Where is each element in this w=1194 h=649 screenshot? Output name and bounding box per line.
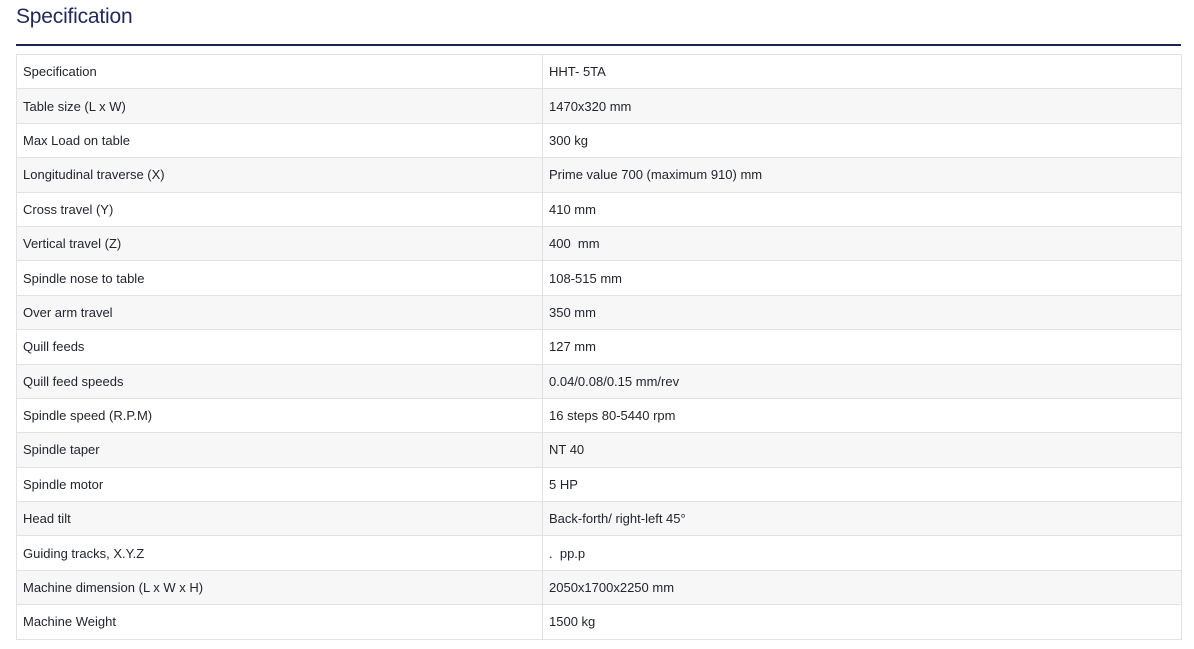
page-title: Specification xyxy=(16,5,133,28)
specification-table: Specification HHT- 5TA Table size (L x W… xyxy=(16,53,1182,640)
spec-value-cell: 127 mm xyxy=(542,329,1182,365)
spec-label-cell: Head tilt xyxy=(16,501,543,537)
table-row: Max Load on table 300 kg xyxy=(16,122,1182,159)
table-row: Vertical travel (Z) 400 mm xyxy=(16,225,1182,262)
spec-label-cell: Quill feed speeds xyxy=(16,363,543,399)
spec-label-cell: Cross travel (Y) xyxy=(16,191,543,227)
spec-label-cell: Spindle motor xyxy=(16,466,543,503)
table-row: Spindle nose to table 108-515 mm xyxy=(16,260,1182,296)
spec-label-cell: Machine dimension (L x W x H) xyxy=(16,569,543,606)
spec-label-cell: Longitudinal traverse (X) xyxy=(16,157,543,193)
table-row: Over arm travel 350 mm xyxy=(16,294,1182,331)
spec-label-cell: Over arm travel xyxy=(16,294,543,331)
spec-value-cell: NT 40 xyxy=(542,432,1182,468)
spec-label-cell: Spindle nose to table xyxy=(16,260,543,296)
spec-value-cell: 1470x320 mm xyxy=(542,88,1182,124)
table-row: Head tilt Back-forth/ right-left 45° xyxy=(16,501,1182,537)
spec-value-cell: 1500 kg xyxy=(542,604,1182,640)
table-row: Quill feeds 127 mm xyxy=(16,329,1182,365)
table-row: Quill feed speeds 0.04/0.08/0.15 mm/rev xyxy=(16,363,1182,399)
spec-label-cell: Table size (L x W) xyxy=(16,88,543,124)
spec-label-cell: Spindle taper xyxy=(16,432,543,468)
table-row: Guiding tracks, X.Y.Z . pp.p xyxy=(16,535,1182,571)
spec-value-cell: 2050x1700x2250 mm xyxy=(542,569,1182,606)
table-row: Spindle taper NT 40 xyxy=(16,432,1182,468)
spec-value-cell: Back-forth/ right-left 45° xyxy=(542,501,1182,537)
table-row: Machine dimension (L x W x H) 2050x1700x… xyxy=(16,569,1182,606)
spec-value-cell: HHT- 5TA xyxy=(542,53,1182,90)
title-divider xyxy=(16,44,1181,46)
table-row: Spindle speed (R.P.M) 16 steps 80-5440 r… xyxy=(16,397,1182,434)
spec-value-cell: . pp.p xyxy=(542,535,1182,571)
spec-value-cell: 108-515 mm xyxy=(542,260,1182,296)
table-row: Specification HHT- 5TA xyxy=(16,53,1182,90)
spec-value-cell: 350 mm xyxy=(542,294,1182,331)
spec-value-cell: 0.04/0.08/0.15 mm/rev xyxy=(542,363,1182,399)
table-row: Longitudinal traverse (X) Prime value 70… xyxy=(16,157,1182,193)
spec-value-cell: 16 steps 80-5440 rpm xyxy=(542,397,1182,434)
spec-label-cell: Quill feeds xyxy=(16,329,543,365)
spec-label-cell: Max Load on table xyxy=(16,122,543,159)
spec-value-cell: Prime value 700 (maximum 910) mm xyxy=(542,157,1182,193)
spec-label-cell: Spindle speed (R.P.M) xyxy=(16,397,543,434)
spec-label-cell: Vertical travel (Z) xyxy=(16,225,543,262)
spec-value-cell: 5 HP xyxy=(542,466,1182,503)
table-row: Spindle motor 5 HP xyxy=(16,466,1182,503)
spec-value-cell: 400 mm xyxy=(542,225,1182,262)
specification-table-body: Specification HHT- 5TA Table size (L x W… xyxy=(16,53,1182,640)
table-row: Cross travel (Y) 410 mm xyxy=(16,191,1182,227)
spec-label-cell: Machine Weight xyxy=(16,604,543,640)
table-row: Machine Weight 1500 kg xyxy=(16,604,1182,640)
spec-label-cell: Specification xyxy=(16,53,543,90)
spec-label-cell: Guiding tracks, X.Y.Z xyxy=(16,535,543,571)
spec-value-cell: 300 kg xyxy=(542,122,1182,159)
table-row: Table size (L x W) 1470x320 mm xyxy=(16,88,1182,124)
spec-value-cell: 410 mm xyxy=(542,191,1182,227)
